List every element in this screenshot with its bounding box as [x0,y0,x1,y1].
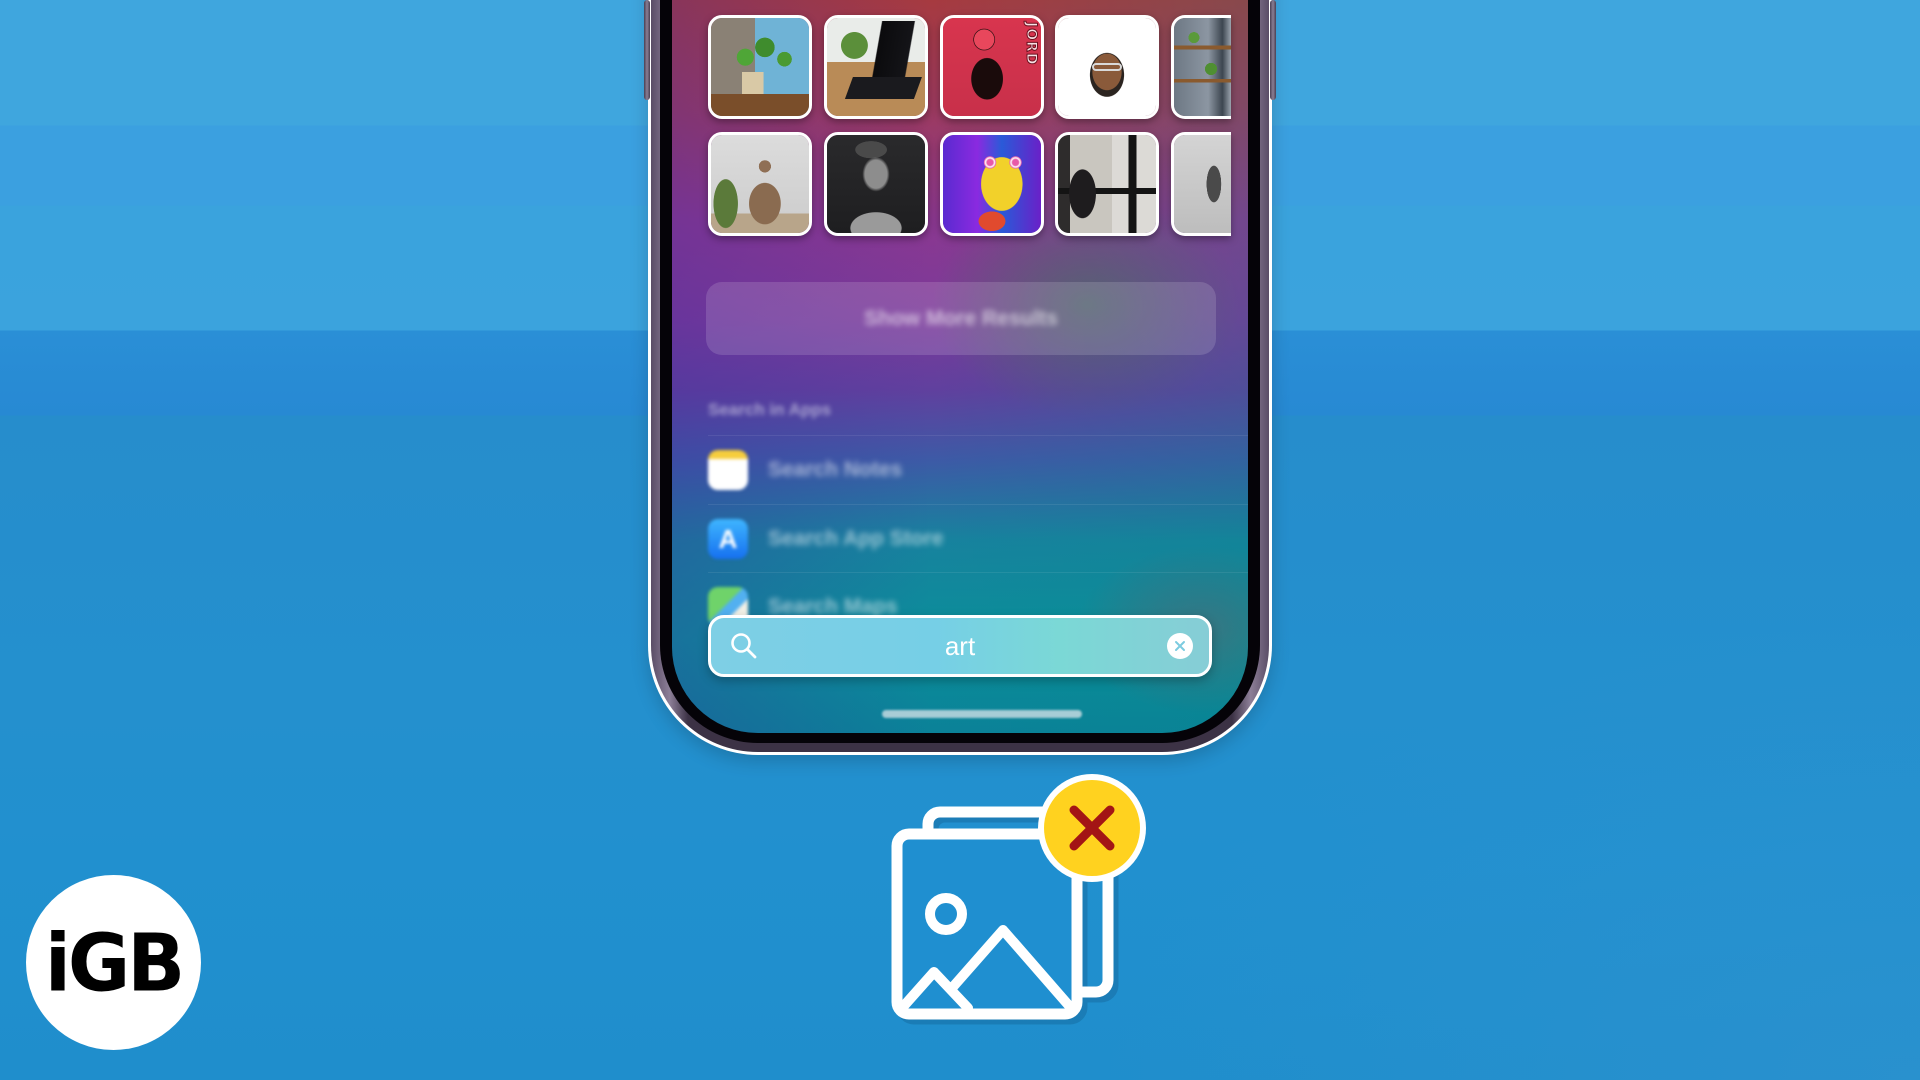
photo-result-shelf[interactable] [1171,15,1231,119]
search-app-store-row[interactable]: Search App Store [708,504,1248,573]
side-button-right [1270,0,1276,100]
photo-result-cartoon-art[interactable] [940,132,1044,236]
photo-result-plant[interactable] [708,15,812,119]
photo-removed-icon [891,774,1146,1025]
photo-result-laptop[interactable] [824,15,928,119]
photo-result-david[interactable] [824,132,928,236]
search-in-apps-header: Search in Apps [708,400,832,419]
iphone-device: Show More Results Search in Apps Search … [644,0,1276,755]
search-icon [731,633,757,659]
show-more-results-label: Show More Results [864,306,1058,330]
igb-logo: iGB [26,875,201,1050]
logo-text: iGB [44,915,185,1010]
photo-result-hands[interactable] [1171,132,1231,236]
photo-result-statue[interactable] [708,132,812,236]
spotlight-screen: Show More Results Search in Apps Search … [672,0,1248,733]
app-store-icon [708,519,748,559]
home-indicator [882,710,1082,718]
show-more-results-button[interactable]: Show More Results [706,282,1216,355]
search-notes-row[interactable]: Search Notes [708,435,1248,504]
notes-icon [708,450,748,490]
photo-result-jordan-poster[interactable] [940,15,1044,119]
photo-result-memoji[interactable] [1055,15,1159,119]
spotlight-search-field[interactable] [708,615,1212,677]
clear-search-button[interactable] [1167,633,1193,659]
search-input[interactable] [711,629,1209,663]
photo-result-window[interactable] [1055,132,1159,236]
error-badge-icon [1038,774,1146,882]
clear-icon [1175,641,1185,651]
side-button-left [644,0,650,100]
